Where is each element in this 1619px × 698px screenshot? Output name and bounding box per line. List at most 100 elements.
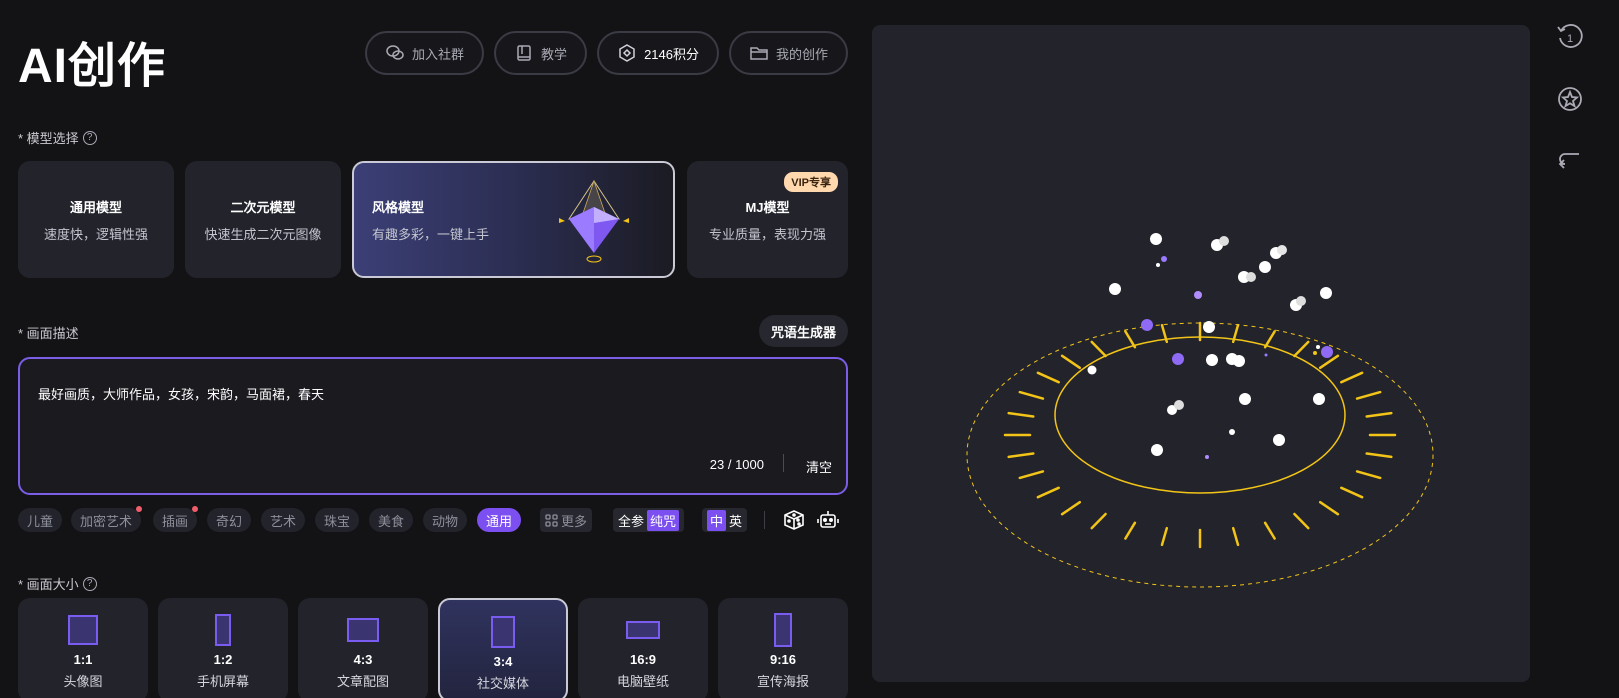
history-badge: 1 <box>1567 33 1573 45</box>
language-toggle[interactable]: 中 英 <box>702 508 748 532</box>
history-icon[interactable]: 1 <box>1555 22 1585 52</box>
size-option-1-1[interactable]: 1:1 头像图 <box>18 598 148 698</box>
prompt-text[interactable]: 最好画质，大师作品，女孩，宋韵，马面裙，春天 <box>38 384 324 403</box>
join-group-button[interactable]: 加入社群 <box>365 31 485 75</box>
gold-tick <box>1018 470 1045 480</box>
size-option-16-9[interactable]: 16:9 电脑壁纸 <box>578 598 708 698</box>
size-section-label: * 画面大小 ? <box>18 574 97 593</box>
gold-tick <box>1007 411 1035 418</box>
new-dot <box>136 506 143 512</box>
tag-label: 动物 <box>432 513 459 529</box>
size-name: 宣传海报 <box>756 674 809 689</box>
gold-tick <box>1365 452 1393 459</box>
tag-label: 艺术 <box>270 513 297 529</box>
model-desc: 快速生成二次元图像 <box>204 226 322 242</box>
robot-icon[interactable] <box>816 508 840 532</box>
size-ratio: 1:2 <box>213 652 233 667</box>
gold-tick <box>1365 411 1393 418</box>
prompt-section-label: * 画面描述 <box>18 326 79 341</box>
tag-fantasy[interactable]: 奇幻 <box>207 508 252 532</box>
model-selector: 通用模型 速度快，逻辑性强 二次元模型 快速生成二次元图像 风格模型 有趣多彩，… <box>18 161 848 278</box>
divider <box>783 454 784 472</box>
divider <box>764 511 765 529</box>
model-title: MJ模型 <box>745 199 790 215</box>
gold-tick <box>1293 512 1310 530</box>
mode-toggle[interactable]: 全参 纯咒 <box>613 508 685 532</box>
size-ratio: 3:4 <box>493 654 513 669</box>
size-ratio: 1:1 <box>73 652 93 667</box>
help-icon[interactable]: ? <box>82 576 97 591</box>
ratio-square-icon <box>68 612 98 648</box>
lang-en-label: 英 <box>729 513 743 529</box>
model-title: 二次元模型 <box>230 199 296 215</box>
tag-label: 珠宝 <box>324 513 351 529</box>
book-icon <box>517 45 531 61</box>
tutorial-label: 教学 <box>541 46 568 62</box>
size-selector: 1:1 头像图 1:2 手机屏幕 4:3 文章配图 3:4 社交媒体 16:9 <box>18 598 848 698</box>
size-option-4-3[interactable]: 4:3 文章配图 <box>298 598 428 698</box>
gold-tick <box>1007 452 1035 459</box>
model-card-style[interactable]: 风格模型 有趣多彩，一键上手 <box>352 161 675 278</box>
gold-tick <box>1060 500 1082 516</box>
points-button[interactable]: 2146积分 <box>597 31 719 75</box>
tutorial-button[interactable]: 教学 <box>494 31 588 75</box>
points-icon <box>619 44 635 62</box>
size-ratio: 4:3 <box>353 652 373 667</box>
gold-tick <box>1340 486 1364 499</box>
mode-full-label: 全参 <box>618 513 645 529</box>
model-card-general[interactable]: 通用模型 速度快，逻辑性强 <box>18 161 174 278</box>
size-option-1-2[interactable]: 1:2 手机屏幕 <box>158 598 288 698</box>
tag-animal[interactable]: 动物 <box>423 508 468 532</box>
star-icon[interactable] <box>1555 84 1585 114</box>
ratio-tall-icon <box>774 612 792 648</box>
size-name: 电脑壁纸 <box>616 674 669 689</box>
gold-tick <box>1060 354 1082 370</box>
spell-generator-button[interactable]: 咒语生成器 <box>758 315 848 347</box>
gold-tick <box>1231 526 1240 547</box>
tag-illustration[interactable]: 插画 <box>153 506 199 532</box>
wechat-icon <box>386 45 404 60</box>
my-creations-button[interactable]: 我的创作 <box>728 31 848 75</box>
model-title: 通用模型 <box>69 199 122 215</box>
tag-label: 通用 <box>486 513 513 529</box>
tag-food[interactable]: 美食 <box>369 508 414 532</box>
tag-crypto-art[interactable]: 加密艺术 <box>71 506 143 532</box>
model-card-anime[interactable]: 二次元模型 快速生成二次元图像 <box>185 161 341 278</box>
model-card-mj[interactable]: VIP专享 MJ模型 专业质量，表现力强 <box>687 161 848 278</box>
model-desc: 专业质量，表现力强 <box>708 226 826 242</box>
gold-tick <box>1090 512 1107 530</box>
tag-art[interactable]: 艺术 <box>261 508 306 532</box>
size-option-3-4[interactable]: 3:4 社交媒体 <box>438 598 568 698</box>
return-icon[interactable] <box>1555 146 1585 176</box>
header-buttons: 加入社群 教学 2146积分 我的创作 <box>365 31 848 75</box>
more-label: 更多 <box>561 513 588 529</box>
points-label: 2146积分 <box>644 46 699 62</box>
gold-tick <box>1160 526 1169 547</box>
grid-icon <box>545 513 558 527</box>
tag-label: 奇幻 <box>216 513 243 529</box>
ratio-landscape-icon <box>347 612 379 648</box>
tag-jewelry[interactable]: 珠宝 <box>315 508 360 532</box>
gold-tick <box>1355 470 1382 480</box>
size-option-9-16[interactable]: 9:16 宣传海报 <box>718 598 848 698</box>
tag-general[interactable]: 通用 <box>477 508 522 532</box>
model-section-text: * 模型选择 <box>18 131 79 146</box>
prompt-input[interactable]: 最好画质，大师作品，女孩，宋韵，马面裙，春天 23 / 1000 清空 <box>18 357 848 495</box>
dice-icon[interactable] <box>782 508 806 532</box>
gold-tick <box>1263 330 1276 349</box>
size-ratio: 16:9 <box>629 652 657 667</box>
more-tags-button[interactable]: 更多 <box>540 508 593 532</box>
gold-tick <box>1263 521 1276 540</box>
clear-button[interactable]: 清空 <box>806 457 832 476</box>
model-desc: 速度快，逻辑性强 <box>43 226 148 242</box>
new-dot <box>192 506 199 512</box>
join-group-label: 加入社群 <box>412 46 465 62</box>
size-name: 头像图 <box>63 674 103 689</box>
help-icon[interactable]: ? <box>82 130 97 145</box>
gold-tick <box>1036 486 1060 499</box>
tag-children[interactable]: 儿童 <box>18 508 63 532</box>
particles <box>1087 233 1333 459</box>
size-section-text: * 画面大小 <box>18 577 79 592</box>
gold-tick <box>1124 521 1137 540</box>
model-section-label: * 模型选择 ? <box>18 128 97 147</box>
